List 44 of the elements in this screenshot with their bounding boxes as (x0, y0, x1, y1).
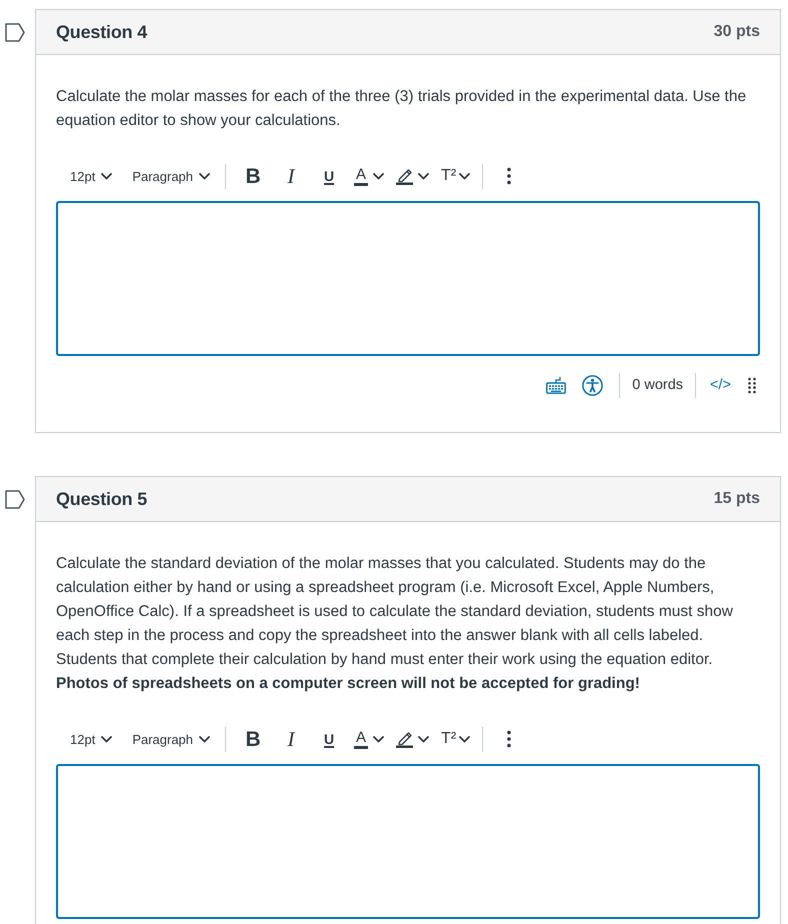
keyboard-icon (546, 376, 566, 394)
more-options-icon (507, 730, 512, 748)
chevron-down-icon (418, 172, 430, 180)
italic-button[interactable]: I (272, 721, 310, 757)
superscript-button[interactable]: T² (435, 721, 476, 757)
answer-editor-field[interactable] (56, 201, 760, 356)
chevron-down-icon (199, 172, 210, 180)
points-label: 15 pts (714, 490, 760, 508)
superscript-button[interactable]: T² (435, 158, 476, 194)
points-label: 30 pts (714, 23, 760, 41)
highlighter-icon (396, 730, 414, 748)
bold-button[interactable]: B (234, 721, 272, 757)
question-prompt: Calculate the molar masses for each of the three (3) trials provided in the experimental data. Use the equation editor to show your calculations. (56, 87, 748, 131)
question-prompt: Calculate the standard deviation of the molar masses that you calculated. Students may do the calculation either by hand or using a spreadsheet program (i.e. Microsoft Excel, Apple Numbers, OpenOffice Calc). If a spreadsheet is used to calculate the standard deviation, students must show each step in the process and copy the spreadsheet into the answer blank with all cells labeled. Students that complete their calculation by hand must enter their work using the equation editor. (56, 554, 734, 670)
question-title: Question 5 (56, 488, 148, 510)
font-size-dropdown[interactable]: 12pt (56, 158, 118, 194)
block-format-dropdown[interactable]: Paragraph (118, 158, 218, 194)
highlighter-icon (396, 168, 414, 184)
bold-button[interactable]: B (234, 158, 272, 194)
chevron-down-icon (459, 172, 470, 180)
accessibility-icon (582, 374, 604, 396)
chevron-down-icon (459, 736, 470, 742)
italic-button[interactable]: I (272, 158, 310, 194)
answer-editor-field[interactable] (56, 764, 760, 919)
word-count[interactable]: 0 words (620, 370, 696, 400)
chevron-down-icon (373, 736, 384, 742)
block-format-dropdown[interactable]: Paragraph (118, 721, 218, 757)
chevron-down-icon (373, 172, 384, 180)
html-editor-toggle[interactable]: </> (696, 370, 745, 400)
underline-button[interactable]: U (310, 158, 348, 194)
chevron-down-icon (101, 172, 112, 180)
underline-button[interactable]: U (310, 721, 348, 757)
chevron-down-icon (418, 736, 430, 742)
drag-handle-icon[interactable] (748, 376, 756, 394)
question-prompt: Photos of spreadsheets on a computer screen will not be accepted for grading! (56, 674, 641, 694)
tag-icon[interactable] (5, 23, 25, 42)
text-color-button[interactable]: A (348, 721, 390, 757)
more-options-icon (507, 167, 512, 185)
question-title: Question 4 (56, 22, 148, 42)
font-size-dropdown[interactable]: 12pt (56, 721, 118, 757)
chevron-down-icon (199, 736, 210, 742)
tag-icon[interactable] (5, 490, 25, 509)
text-color-button[interactable]: A (348, 158, 390, 194)
chevron-down-icon (101, 736, 112, 742)
